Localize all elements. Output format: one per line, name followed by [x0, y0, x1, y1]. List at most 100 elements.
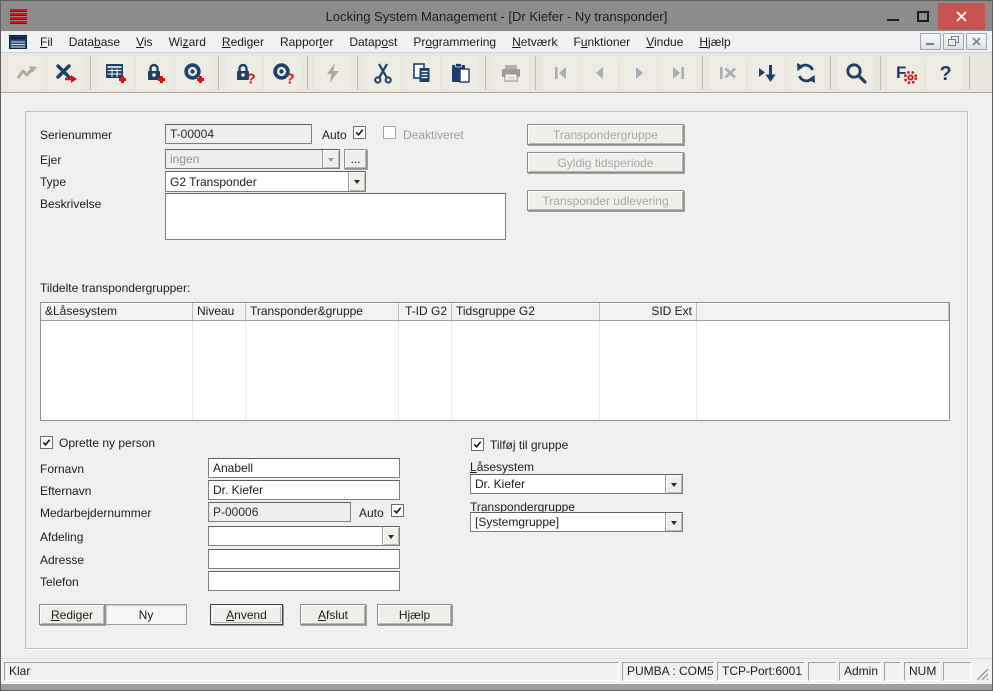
resize-grip[interactable] [974, 666, 989, 681]
grid-column-header[interactable]: Niveau [193, 303, 246, 320]
app-icon[interactable] [10, 9, 27, 24]
description-textarea[interactable] [165, 193, 506, 240]
address-input[interactable] [208, 549, 400, 569]
grid-column-line [245, 321, 246, 420]
new-locking-system-button[interactable] [97, 56, 134, 90]
mdi-close-icon [972, 37, 981, 46]
phone-input[interactable] [208, 571, 400, 591]
new-lock-button[interactable] [136, 56, 173, 90]
first-name-input[interactable] [208, 458, 400, 478]
serial-number-input[interactable] [165, 124, 312, 144]
help-button[interactable]: Hjælp [377, 604, 452, 625]
transponder-group-select[interactable]: [Systemgruppe] [470, 512, 683, 532]
mdi-restore-icon [948, 36, 960, 47]
grid-column-header[interactable]: T-ID G2 [399, 303, 452, 320]
goto-record-icon [755, 61, 779, 85]
menu-wizard[interactable]: Wizard [161, 33, 214, 51]
serial-number-label: Serienummer [40, 128, 112, 142]
close-icon [955, 10, 968, 23]
transponder-group-button: Transpondergruppe [527, 124, 684, 145]
titlebar: Locking System Management - [Dr Kiefer -… [1, 1, 992, 31]
menu-vindue[interactable]: Vindue [638, 33, 691, 51]
edit-button[interactable]: Rediger [39, 604, 105, 625]
menu-netvrk[interactable]: Netværk [504, 33, 565, 51]
read-lock-button[interactable]: ? [225, 56, 262, 90]
checkmark-icon [392, 505, 403, 516]
window-controls [878, 1, 985, 31]
search-button[interactable] [837, 56, 874, 90]
grid-column-header[interactable]: Transponder&gruppe [246, 303, 399, 320]
grid-caption: Tildelte transpondergrupper: [40, 281, 190, 295]
app-window: Locking System Management - [Dr Kiefer -… [0, 0, 993, 691]
owner-browse-button[interactable]: ... [344, 149, 367, 169]
help-button[interactable]: ? [926, 56, 963, 90]
maximize-button[interactable] [908, 1, 938, 31]
create-person-checkbox[interactable] [40, 436, 53, 449]
grid-column-header[interactable]: Tidsgruppe G2 [452, 303, 600, 320]
mdi-minimize-button[interactable] [920, 33, 941, 50]
read-transponder-button[interactable]: ? [264, 56, 301, 90]
type-select[interactable]: G2 Transponder [165, 171, 366, 192]
filter-settings-button[interactable]: F [887, 56, 924, 90]
dropdown-arrow-icon [322, 150, 339, 168]
grid-header: &LåsesystemNiveauTransponder&gruppeT-ID … [41, 303, 949, 321]
dropdown-arrow-icon [382, 527, 399, 545]
svg-text:?: ? [285, 70, 294, 85]
menu-programmering[interactable]: Programmering [405, 33, 504, 51]
disconnect-button[interactable] [47, 56, 84, 90]
menu-hjlp[interactable]: Hjælp [691, 33, 738, 51]
new-button[interactable]: Ny [105, 604, 187, 625]
serial-auto-checkbox[interactable] [353, 126, 366, 139]
grid-column-header[interactable]: SID Ext [600, 303, 697, 320]
deactivated-label: Deaktiveret [403, 128, 464, 142]
paste-button[interactable] [442, 56, 479, 90]
locking-system-select[interactable]: Dr. Kiefer [470, 474, 683, 494]
mdi-minimize-icon [926, 37, 935, 46]
employee-number-input[interactable] [208, 502, 351, 522]
copy-button[interactable] [403, 56, 440, 90]
last-name-input[interactable] [208, 480, 400, 500]
mdi-close-button[interactable] [966, 33, 987, 50]
mdi-restore-button[interactable] [943, 33, 964, 50]
menu-datapost[interactable]: Datapost [341, 33, 405, 51]
serial-auto-label: Auto [322, 128, 347, 142]
new-transponder-button[interactable] [175, 56, 212, 90]
close-button[interactable] [938, 3, 985, 30]
menu-rapporter[interactable]: Rapporter [272, 33, 341, 51]
menu-fil[interactable]: Fil [32, 33, 61, 51]
menu-vis[interactable]: Vis [128, 33, 160, 51]
grid-column-line [451, 321, 452, 420]
menu-funktioner[interactable]: Funktioner [565, 33, 638, 51]
grid-body[interactable] [41, 321, 949, 420]
menu-rediger[interactable]: Rediger [214, 33, 272, 51]
help-icon: ? [933, 61, 957, 85]
dropdown-arrow-icon [665, 513, 682, 531]
goto-record-button[interactable] [748, 56, 785, 90]
dropdown-arrow-icon [348, 172, 365, 191]
status-ready: Klar [4, 662, 619, 681]
maximize-icon [917, 11, 929, 22]
grid-column-header[interactable]: &Låsesystem [41, 303, 193, 320]
toolbar-separator [485, 56, 486, 90]
employee-auto-label: Auto [359, 506, 384, 520]
form-panel: Serienummer Auto Deaktiveret Transponder… [25, 111, 968, 649]
status-tcp-port-6001: TCP-Port:6001 [717, 662, 805, 681]
toolbar-separator [535, 56, 536, 90]
status-admin: Admin [839, 662, 881, 681]
new-locking-system-icon [104, 61, 128, 85]
filter-settings-icon: F [894, 61, 918, 85]
employee-auto-checkbox[interactable] [391, 504, 404, 517]
menu-database[interactable]: Database [61, 33, 128, 51]
grid-column-header[interactable] [697, 303, 949, 320]
mdi-system-menu-icon[interactable] [9, 35, 27, 49]
add-to-group-checkbox[interactable] [471, 438, 484, 451]
minimize-button[interactable] [878, 1, 908, 31]
grid-column-line [398, 321, 399, 420]
status-empty [943, 662, 971, 681]
apply-button[interactable]: Anvend [210, 604, 283, 625]
department-select[interactable] [208, 526, 400, 546]
refresh-button[interactable] [787, 56, 824, 90]
exit-button[interactable]: Afslut [300, 604, 366, 625]
cut-button[interactable] [364, 56, 401, 90]
statusbar: Klar PUMBA : COM5TCP-Port:6001AdminNUM [1, 658, 992, 684]
